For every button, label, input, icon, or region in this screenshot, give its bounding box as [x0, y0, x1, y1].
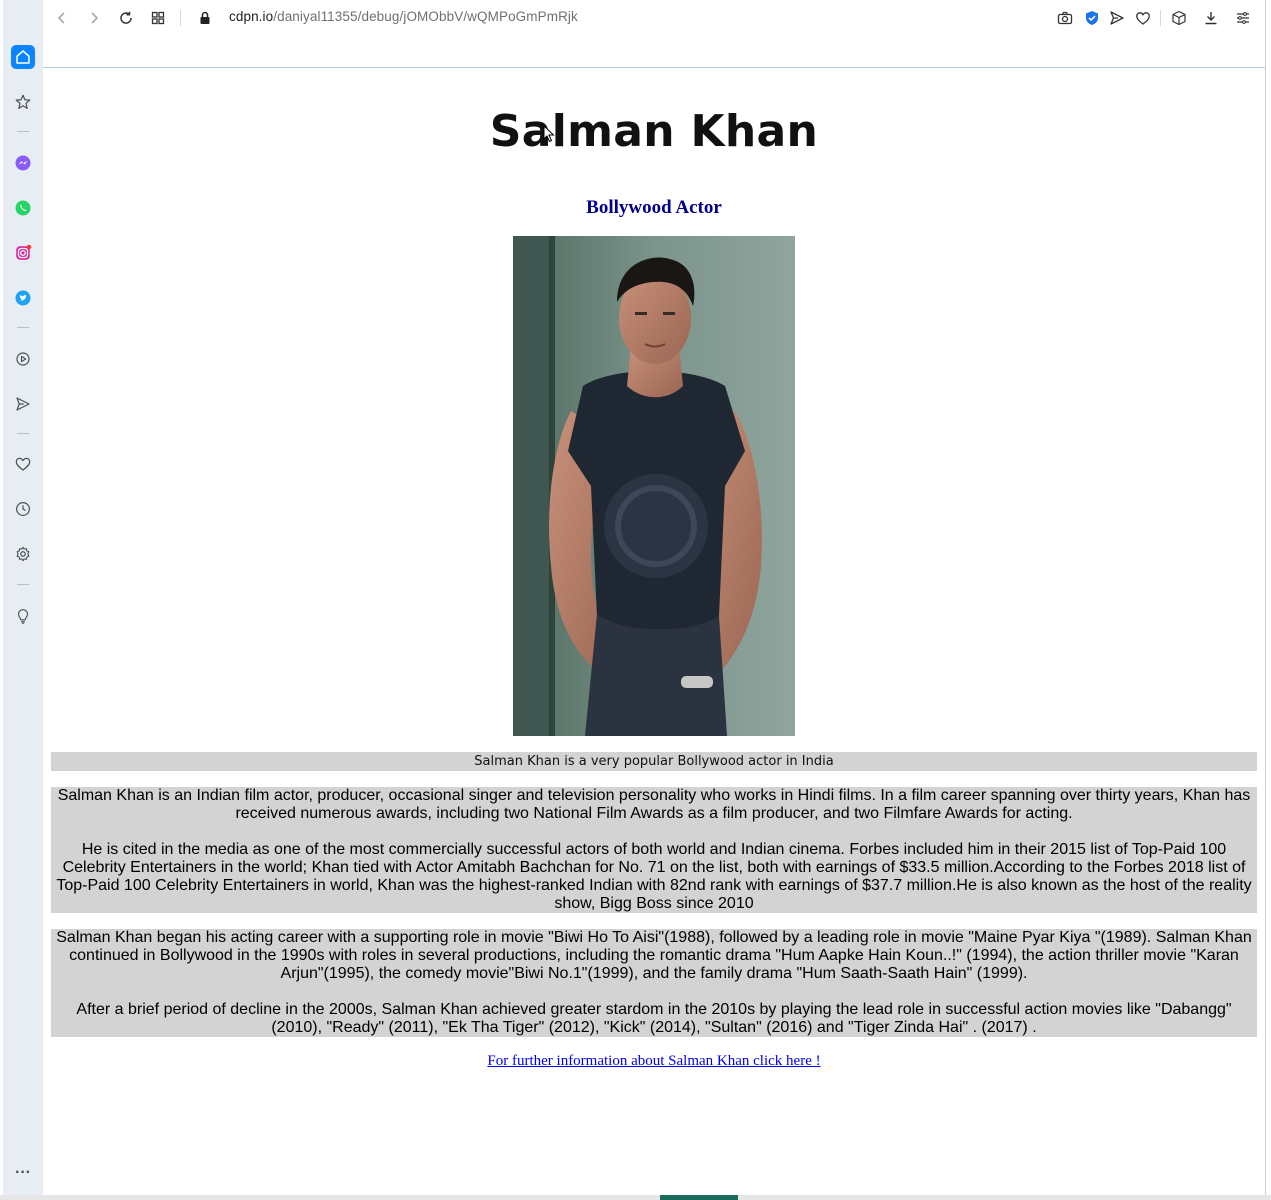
more-info-link[interactable]: For further information about Salman Kha…	[43, 1053, 1265, 1070]
career-section: Salman Khan began his acting career with…	[51, 929, 1257, 1037]
toolbar-divider	[180, 10, 181, 26]
forward-icon[interactable]	[84, 8, 104, 28]
heart-icon[interactable]	[11, 452, 35, 476]
toolbar-spacer	[43, 36, 1265, 67]
bio-section: Salman Khan is an Indian film actor, pro…	[51, 787, 1257, 913]
star-icon[interactable]	[11, 90, 35, 114]
send-icon[interactable]	[11, 392, 35, 416]
send-icon[interactable]	[1107, 8, 1127, 28]
back-icon[interactable]	[52, 8, 72, 28]
more-icon[interactable]: ···	[11, 1165, 35, 1185]
cursor-icon	[543, 125, 555, 143]
taskbar-accent	[660, 1195, 738, 1200]
bio-paragraph: Salman Khan is an Indian film actor, pro…	[57, 787, 1251, 822]
bio-paragraph: He is cited in the media as one of the m…	[56, 841, 1252, 912]
browser-sidebar: ···	[3, 0, 44, 1195]
camera-icon[interactable]	[1055, 8, 1075, 28]
career-paragraph: After a brief period of decline in the 2…	[76, 1001, 1232, 1036]
sidebar-separator	[17, 433, 29, 434]
sidebar-separator	[17, 131, 29, 132]
menu-icon[interactable]	[1233, 8, 1253, 28]
url-domain: cdpn.io	[229, 9, 274, 24]
home-icon[interactable]	[11, 45, 35, 69]
web-page: Salman Khan Bollywood Actor Salman Khan …	[43, 68, 1265, 1195]
whatsapp-icon[interactable]	[11, 196, 35, 220]
url-path: /daniyal11355/debug/jOMObbV/wQMPoGmPmRjk	[273, 9, 578, 24]
settings-icon[interactable]	[11, 542, 35, 566]
toolbar-divider	[1160, 10, 1161, 26]
player-icon[interactable]	[11, 347, 35, 371]
photo-caption: Salman Khan is a very popular Bollywood …	[51, 752, 1257, 771]
instagram-icon[interactable]	[11, 241, 35, 265]
window-edge-right	[1265, 0, 1271, 1200]
reload-icon[interactable]	[116, 8, 136, 28]
actor-photo	[513, 236, 795, 736]
box-icon[interactable]	[1169, 8, 1189, 28]
lightbulb-icon[interactable]	[11, 604, 35, 628]
messenger-icon[interactable]	[11, 151, 35, 175]
page-subtitle: Bollywood Actor	[586, 197, 722, 218]
lock-icon[interactable]	[195, 8, 215, 28]
history-icon[interactable]	[11, 497, 35, 521]
download-icon[interactable]	[1201, 8, 1221, 28]
career-paragraph: Salman Khan began his acting career with…	[56, 929, 1252, 982]
shield-icon[interactable]	[1082, 8, 1102, 28]
heart-icon[interactable]	[1133, 8, 1153, 28]
browser-toolbar: cdpn.io/daniyal11355/debug/jOMObbV/wQMPo…	[43, 0, 1265, 36]
sidebar-separator	[17, 584, 29, 585]
address-bar[interactable]: cdpn.io/daniyal11355/debug/jOMObbV/wQMPo…	[229, 9, 578, 24]
twitter-icon[interactable]	[11, 286, 35, 310]
taskbar-strip	[0, 1195, 1271, 1200]
sidebar-separator	[17, 327, 29, 328]
tabs-grid-icon[interactable]	[148, 8, 168, 28]
page-title: Salman Khan	[489, 106, 819, 157]
